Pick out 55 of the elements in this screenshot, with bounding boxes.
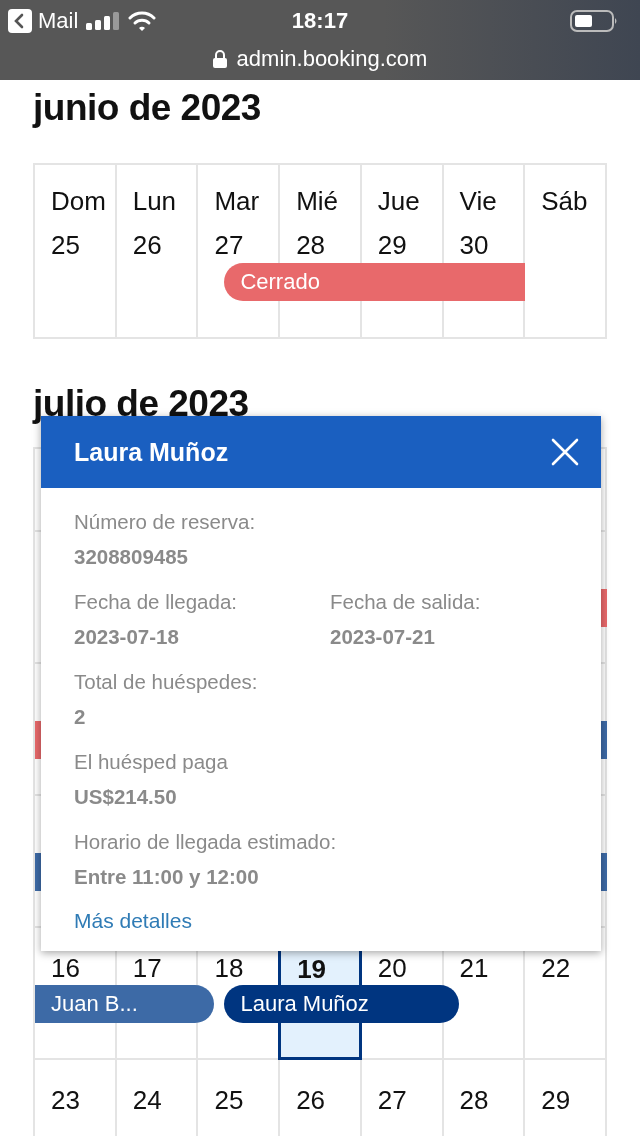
day-number[interactable]: 29 (377, 227, 407, 263)
day-number[interactable]: 20 (377, 950, 407, 986)
booking-bar[interactable]: Juan B... (35, 985, 215, 1023)
day-number[interactable]: 21 (459, 950, 489, 986)
month-title: julio de 2023 (33, 382, 250, 426)
day-number[interactable]: 22 (541, 950, 571, 986)
field-value: Entre 11:00 y 12:00 (74, 864, 259, 890)
day-number[interactable]: 24 (132, 1082, 162, 1118)
day-number[interactable]: 23 (51, 1082, 80, 1118)
popup-title: Laura Muñoz (74, 437, 230, 467)
weekday-label: Sáb (541, 185, 588, 218)
booking-bar[interactable]: Laura Muñoz (224, 985, 460, 1023)
day-number[interactable]: 26 (296, 1082, 326, 1118)
day-number[interactable]: 27 (214, 227, 244, 263)
field-value: US$214.50 (74, 784, 177, 810)
more-details-link[interactable]: Más detalles (74, 906, 192, 936)
weekday-label: Vie (459, 185, 497, 218)
field-label: Fecha de llegada: (74, 589, 237, 615)
day-number[interactable]: 19 (297, 951, 327, 987)
day-number[interactable]: 16 (51, 950, 80, 986)
close-button[interactable] (551, 438, 579, 466)
lock-icon (212, 50, 227, 68)
url-text[interactable]: admin.booking.com (236, 46, 428, 72)
field-label: El huésped paga (74, 749, 228, 775)
day-number[interactable]: 28 (296, 227, 326, 263)
weekday-label: Mar (214, 185, 260, 218)
back-button[interactable]: Mail (8, 8, 79, 34)
field-value: 2023-07-18 (74, 624, 179, 650)
month-title: junio de 2023 (33, 86, 262, 130)
field-label: Total de huéspedes: (74, 669, 258, 695)
battery-icon (570, 10, 618, 32)
signal-icon (86, 12, 121, 30)
field-label: Horario de llegada estimado: (74, 829, 337, 855)
day-number[interactable]: 29 (541, 1082, 571, 1118)
day-number[interactable]: 27 (377, 1082, 407, 1118)
day-number[interactable]: 28 (459, 1082, 489, 1118)
field-value: 2 (74, 704, 86, 730)
weekday-label: Lun (132, 185, 177, 218)
field-value: 3208809485 (74, 544, 188, 570)
field-label: Fecha de salida: (330, 589, 481, 615)
day-number[interactable]: 26 (132, 227, 162, 263)
day-number[interactable]: 30 (459, 227, 489, 263)
day-number[interactable]: 17 (132, 950, 162, 986)
clock-time: 18:17 (291, 8, 349, 34)
field-label: Número de reserva: (74, 509, 256, 535)
weekday-label: Dom (51, 185, 106, 218)
weekday-label: Mié (296, 185, 339, 218)
close-icon (551, 438, 579, 466)
closed-bar: Cerrado (224, 263, 526, 301)
field-value: 2023-07-21 (330, 624, 435, 650)
day-number[interactable]: 25 (214, 1082, 244, 1118)
day-number[interactable]: 25 (51, 227, 80, 263)
weekday-label: Jue (377, 185, 420, 218)
wifi-icon (128, 11, 157, 31)
day-number[interactable]: 18 (214, 950, 244, 986)
